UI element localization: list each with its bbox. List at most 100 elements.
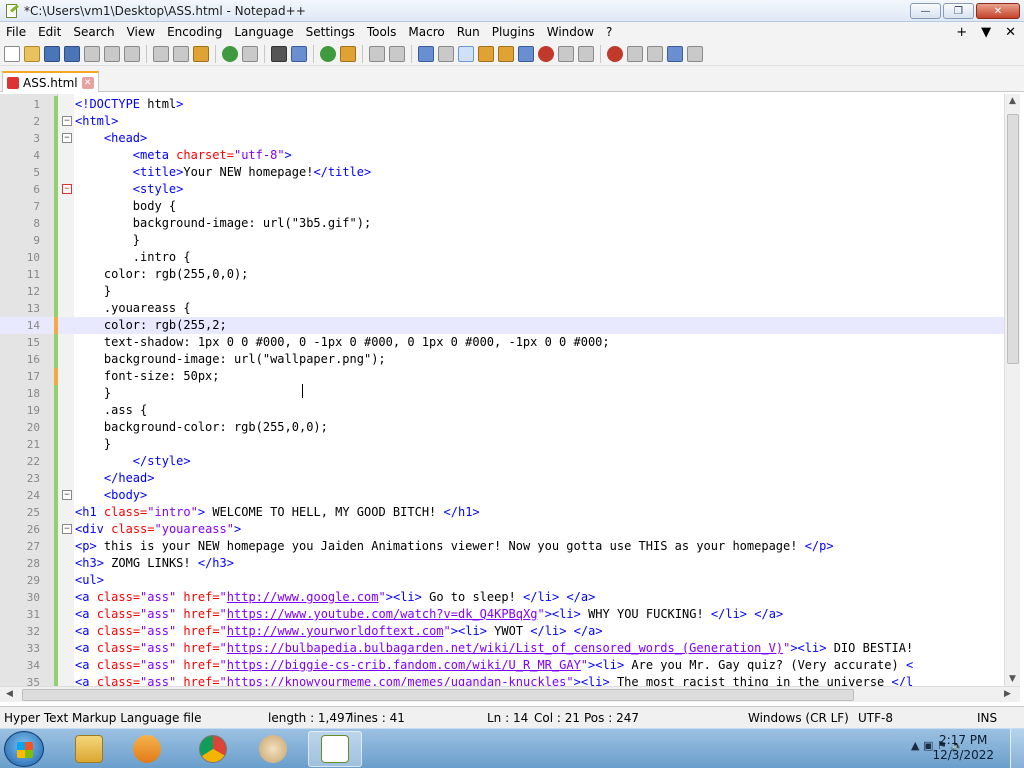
code-line[interactable]: 27 <p> this is your NEW homepage you Jaid…	[0, 538, 1004, 555]
menu-window[interactable]: Window	[541, 22, 600, 42]
close-icon[interactable]	[84, 45, 100, 62]
show-desktop-button[interactable]	[1010, 729, 1024, 768]
code-line[interactable]: 18 }	[0, 385, 1004, 402]
undo-icon[interactable]	[222, 45, 238, 62]
taskbar-media-player[interactable]	[120, 731, 174, 767]
code-line[interactable]: 9 }	[0, 232, 1004, 249]
code-line[interactable]: 3 − <head>	[0, 130, 1004, 147]
code-line[interactable]: 21 }	[0, 436, 1004, 453]
new-file-icon[interactable]	[4, 45, 20, 62]
function-list-icon[interactable]	[518, 45, 534, 62]
scroll-down-icon[interactable]: ▼	[1009, 674, 1016, 684]
sync-horizontal-icon[interactable]	[389, 45, 405, 62]
open-file-icon[interactable]	[24, 45, 40, 62]
taskbar-notepad-plus-plus[interactable]	[308, 731, 362, 767]
menu-search[interactable]: Search	[67, 22, 120, 42]
zoom-in-icon[interactable]	[320, 45, 336, 62]
code-line[interactable]: 8 background-image: url("3b5.gif");	[0, 215, 1004, 232]
save-all-icon[interactable]	[64, 45, 80, 62]
tab-close-icon[interactable]: ✕	[81, 76, 94, 89]
code-line[interactable]: 32 <a class="ass" href="http://www.yourwo…	[0, 623, 1004, 640]
close-all-icon[interactable]	[104, 45, 120, 62]
code-line[interactable]: 24 − <body>	[0, 487, 1004, 504]
code-line[interactable]: 35 <a class="ass" href="https://knowyourm…	[0, 674, 1004, 686]
zoom-out-icon[interactable]	[340, 45, 356, 62]
menu-tools[interactable]: Tools	[361, 22, 403, 42]
record-macro-icon[interactable]	[607, 45, 623, 62]
vertical-scrollbar[interactable]: ▲ ▼	[1004, 94, 1020, 686]
horizontal-scroll-thumb[interactable]	[22, 689, 854, 701]
menu-view[interactable]: View	[121, 22, 161, 42]
code-line[interactable]: 6 − <style>	[0, 181, 1004, 198]
code-line[interactable]: 17 font-size: 50px;	[0, 368, 1004, 385]
udl-icon[interactable]	[478, 45, 494, 62]
show-hidden-icon[interactable]: ▲	[911, 739, 919, 752]
doc-map-icon[interactable]	[498, 45, 514, 62]
save-icon[interactable]	[44, 45, 60, 62]
code-line[interactable]: 22 </style>	[0, 453, 1004, 470]
menu-language[interactable]: Language	[228, 22, 299, 42]
code-line[interactable]: 12 }	[0, 283, 1004, 300]
cut-icon[interactable]	[153, 45, 169, 62]
taskbar-paint[interactable]	[246, 731, 300, 767]
menu-run[interactable]: Run	[451, 22, 486, 42]
code-line[interactable]: 20 background-color: rgb(255,0,0);	[0, 419, 1004, 436]
code-line[interactable]: 4 <meta charset="utf-8">	[0, 147, 1004, 164]
start-button[interactable]	[4, 731, 44, 767]
code-line[interactable]: 29 <ul>	[0, 572, 1004, 589]
code-line[interactable]: 15 text-shadow: 1px 0 0 #000, 0 -1px 0 #…	[0, 334, 1004, 351]
code-line[interactable]: 34 <a class="ass" href="https://biggie-cs…	[0, 657, 1004, 674]
fold-toggle-icon[interactable]: −	[62, 184, 72, 194]
menu-encoding[interactable]: Encoding	[161, 22, 228, 42]
maximize-button[interactable]: ❐	[943, 3, 974, 19]
word-wrap-icon[interactable]	[418, 45, 434, 62]
taskbar-explorer[interactable]	[62, 731, 116, 767]
close-doc-button[interactable]: ✕	[1005, 25, 1016, 40]
clock[interactable]: 2:17 PM 12/3/2022	[932, 733, 994, 763]
paste-icon[interactable]	[193, 45, 209, 62]
code-line[interactable]: 23 </head>	[0, 470, 1004, 487]
menu-edit[interactable]: Edit	[32, 22, 67, 42]
menu-macro[interactable]: Macro	[402, 22, 450, 42]
code-line[interactable]: 1 <!DOCTYPE html>	[0, 96, 1004, 113]
code-line[interactable]: 13 .youareass {	[0, 300, 1004, 317]
vertical-scroll-thumb[interactable]	[1007, 114, 1019, 364]
code-line[interactable]: 10 .intro {	[0, 249, 1004, 266]
tab-ass-html[interactable]: ASS.html ✕	[2, 71, 99, 92]
fold-toggle-icon[interactable]: −	[62, 116, 72, 126]
code-line[interactable]: 11 color: rgb(255,0,0);	[0, 266, 1004, 283]
copy-icon[interactable]	[173, 45, 189, 62]
sync-vertical-icon[interactable]	[369, 45, 385, 62]
code-line[interactable]: 25 <h1 class="intro"> WELCOME TO HELL, MY…	[0, 504, 1004, 521]
redo-icon[interactable]	[242, 45, 258, 62]
stop-macro-icon[interactable]	[627, 45, 643, 62]
code-line[interactable]: 19 .ass {	[0, 402, 1004, 419]
run-macro-multiple-icon[interactable]	[667, 45, 683, 62]
code-line[interactable]: 16 background-image: url("wallpaper.png"…	[0, 351, 1004, 368]
code-line[interactable]: 28 <h3> ZOMG LINKS! </h3>	[0, 555, 1004, 572]
scroll-right-icon[interactable]: ▶	[1004, 689, 1011, 699]
monitoring-icon[interactable]	[558, 45, 574, 62]
print-icon[interactable]	[124, 45, 140, 62]
code-line[interactable]: 26 − <div class="youareass">	[0, 521, 1004, 538]
menu-settings[interactable]: Settings	[300, 22, 361, 42]
fold-toggle-icon[interactable]: −	[62, 133, 72, 143]
code-line[interactable]: 30 <a class="ass" href="http://www.google…	[0, 589, 1004, 606]
menu-plugins[interactable]: Plugins	[486, 22, 541, 42]
taskbar-chrome[interactable]	[186, 731, 240, 767]
fold-toggle-icon[interactable]: −	[62, 490, 72, 500]
tab-list-button[interactable]: ▼	[981, 25, 991, 40]
menu-help[interactable]: ?	[600, 22, 618, 42]
minimize-button[interactable]: —	[910, 3, 941, 19]
play-macro-icon[interactable]	[647, 45, 663, 62]
close-button[interactable]: ✕	[976, 3, 1020, 19]
code-line[interactable]: 33 <a class="ass" href="https://bulbapedi…	[0, 640, 1004, 657]
code-editor[interactable]: 1 <!DOCTYPE html> 2− <html> 3− <head> 4 <meta…	[0, 94, 1020, 686]
folder-workspace-icon[interactable]	[538, 45, 554, 62]
fold-toggle-icon[interactable]: −	[62, 524, 72, 534]
eye-icon[interactable]	[578, 45, 594, 62]
code-line[interactable]: 2 − <html>	[0, 113, 1004, 130]
indent-guide-icon[interactable]	[458, 45, 474, 62]
code-line[interactable]: 5 <title>Your NEW homepage!</title>	[0, 164, 1004, 181]
horizontal-scrollbar[interactable]: ◀ ▶	[0, 686, 1020, 702]
